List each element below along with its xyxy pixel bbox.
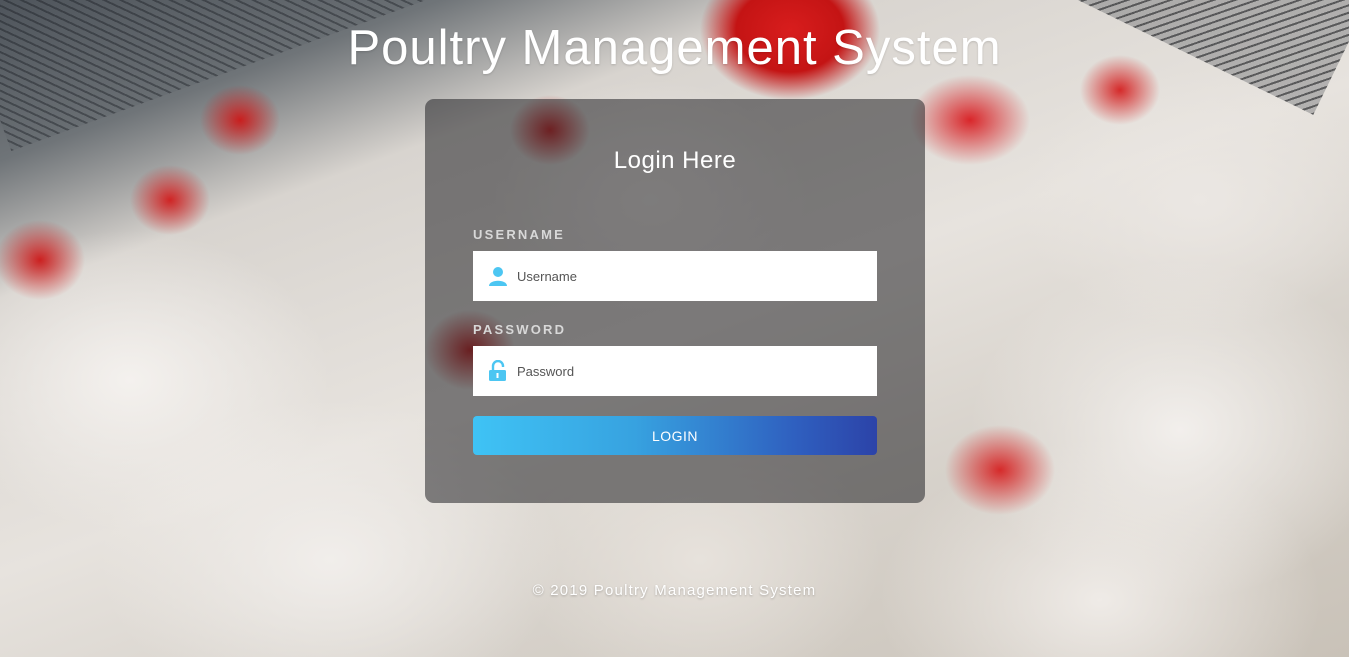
- password-input[interactable]: [517, 347, 877, 395]
- login-page: Poultry Management System Login Here USE…: [0, 0, 1349, 657]
- password-label: PASSWORD: [473, 322, 567, 337]
- unlock-icon: [487, 360, 509, 382]
- username-field[interactable]: [473, 251, 877, 301]
- username-input[interactable]: [517, 252, 877, 300]
- user-icon: [487, 265, 509, 287]
- username-label: USERNAME: [473, 227, 565, 242]
- login-button[interactable]: LOGIN: [473, 416, 877, 455]
- footer-copyright: © 2019 Poultry Management System: [532, 582, 817, 599]
- app-title: Poultry Management System: [347, 21, 1002, 75]
- login-card: Login Here USERNAME PASSWORD LOG: [425, 99, 925, 503]
- password-field[interactable]: [473, 346, 877, 396]
- login-heading: Login Here: [613, 147, 737, 174]
